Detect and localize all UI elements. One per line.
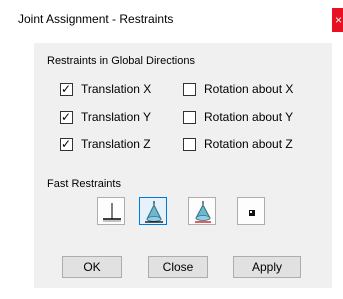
pinned-restraint-button[interactable]: [139, 197, 167, 225]
rotation-z-label: Rotation about Z: [204, 137, 293, 151]
translation-z-checkbox[interactable]: ✓ Translation Z: [60, 137, 151, 151]
checkbox-box[interactable]: [183, 137, 196, 151]
roller-restraint-button[interactable]: [188, 197, 216, 225]
title-bar[interactable]: Joint Assignment - Restraints ×: [0, 0, 343, 36]
pinned-support-icon: [145, 201, 163, 223]
free-joint-icon: [249, 210, 255, 216]
checkbox-box[interactable]: [183, 82, 196, 96]
rotation-z-checkbox[interactable]: Rotation about Z: [183, 137, 293, 151]
restraints-dialog: Joint Assignment - Restraints × Restrain…: [0, 0, 343, 299]
translation-x-checkbox[interactable]: ✓ Translation X: [60, 82, 151, 96]
rotation-x-label: Rotation about X: [204, 82, 294, 96]
rotation-y-label: Rotation about Y: [204, 110, 294, 124]
check-icon: ✓: [61, 109, 72, 124]
checkbox-box[interactable]: [183, 110, 196, 124]
window-title: Joint Assignment - Restraints: [18, 12, 174, 26]
fixed-support-icon: [103, 203, 121, 222]
check-icon: ✓: [61, 136, 72, 151]
free-restraint-button[interactable]: [237, 197, 265, 225]
checkbox-box[interactable]: ✓: [60, 109, 73, 124]
close-button[interactable]: Close: [148, 256, 208, 278]
rotation-y-checkbox[interactable]: Rotation about Y: [183, 110, 293, 124]
checkbox-box[interactable]: ✓: [60, 81, 73, 96]
check-icon: ✓: [61, 81, 72, 96]
translation-y-label: Translation Y: [81, 110, 152, 124]
roller-support-icon: [195, 201, 211, 223]
ok-button[interactable]: OK: [62, 256, 122, 278]
apply-button[interactable]: Apply: [233, 256, 301, 278]
fast-restraints-label: Fast Restraints: [47, 178, 121, 190]
translation-y-checkbox[interactable]: ✓ Translation Y: [60, 110, 151, 124]
close-window-button[interactable]: ×: [332, 8, 343, 32]
global-restraints-label: Restraints in Global Directions: [47, 55, 195, 67]
rotation-x-checkbox[interactable]: Rotation about X: [183, 82, 293, 96]
translation-x-label: Translation X: [81, 82, 152, 96]
translation-z-label: Translation Z: [81, 137, 151, 151]
fixed-restraint-button[interactable]: [97, 197, 125, 225]
checkbox-box[interactable]: ✓: [60, 136, 73, 151]
dialog-body: [34, 43, 332, 288]
